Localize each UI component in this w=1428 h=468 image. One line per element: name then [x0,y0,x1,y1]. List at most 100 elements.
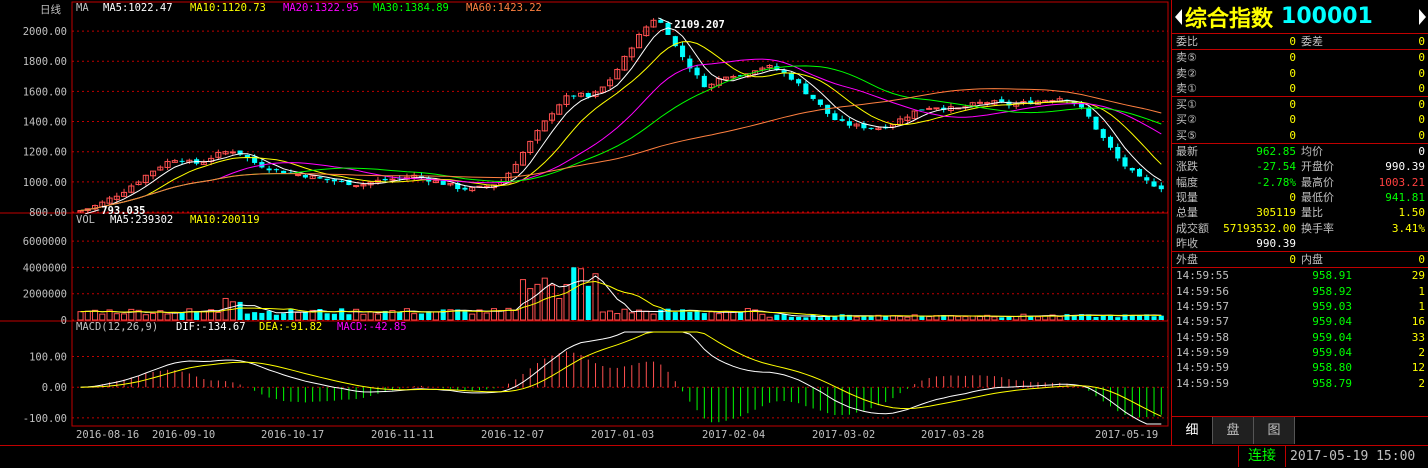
volume-bar [694,310,700,320]
stat-label2: 最高价 [1301,175,1334,189]
stat-value2: 1003.21 [1378,175,1425,189]
prev-arrow-icon[interactable] [1175,8,1182,25]
date-label: 2016-08-16 [76,429,139,441]
volume-bar [1013,315,1020,321]
date-label: 2017-05-19 [1095,429,1158,441]
book-value2: 0 [1418,35,1425,48]
macd-tick-label: 0.00 [42,382,67,394]
candle-body [339,180,345,182]
volume-bar [1064,314,1070,320]
kline-chart[interactable]: 2000.00 1800.00 1600.00 1400.00 1200.00 1000.… [0,0,1170,445]
tick-list[interactable]: 14:59:55 958.91 29 14:59:56 958.92 1 14:59:57 9… [1172,268,1428,390]
volume-bar [999,317,1005,320]
macd-legend-item: MACD:-42.85 [337,321,407,333]
date-label: 2016-10-17 [261,429,324,441]
stat-row: 成交额 57193532.00 换手率 3.41% [1172,221,1428,236]
candle-body [295,174,302,177]
candle-body [796,79,802,84]
volume-bar [803,317,809,320]
volume-bar [77,311,84,321]
volume-bar [411,313,418,321]
ask-row: 卖① 0 0 [1172,81,1428,96]
volume-bar [563,283,570,321]
inner-value: 0 [1418,253,1425,267]
candle-body [1107,136,1114,148]
volume-bar [962,316,969,321]
date-label: 2016-09-10 [152,429,215,441]
candle-body [1093,116,1099,130]
volume-bar [302,312,308,320]
outer-inner-row: 外盘 0 内盘 0 [1172,252,1428,267]
date-label: 2016-12-07 [481,429,544,441]
price-tick-label: 1400.00 [23,117,67,129]
volume-bar [744,308,751,321]
kline-chart-area[interactable]: 2000.00 1800.00 1600.00 1400.00 1200.00 1000.… [0,0,1170,445]
volume-bar [1158,315,1164,320]
ask-value2: 0 [1418,51,1425,65]
volume-bar [432,311,439,321]
stat-label: 成交额 [1176,221,1209,235]
volume-bar [273,314,279,320]
candle-body [817,99,823,105]
period-label: 日线 [40,3,61,16]
volume-bar [483,312,490,321]
bid-section: 买① 0 0 买② 0 0 买⑤ 0 0 [1172,97,1428,145]
tab-0[interactable]: 细 [1172,417,1213,444]
book-row: 委比 0 委差 0 [1172,34,1428,49]
stat-label2: 换手率 [1301,221,1334,235]
volume-bar [606,310,614,321]
volume-bar [853,316,860,321]
ask-value2: 0 [1418,81,1425,95]
stat-row: 昨收 990.39 [1172,236,1428,251]
tick-time: 14:59:55 [1176,269,1229,283]
candle-body [933,107,940,110]
ask-label: 卖⑤ [1176,51,1197,65]
macd-tick-label: 100.00 [29,352,67,364]
volume-bar [194,311,200,320]
tick-price: 958.91 [1312,269,1352,283]
volume-bar [715,313,722,321]
volume-bar [164,313,171,321]
candle-body [919,109,925,111]
stats-section: 最新 962.85 均价 0 涨跌 -27.54 开盘价 990.39 幅度 -2.78% 最高价 1… [1172,144,1428,253]
candle-body [382,178,388,181]
ma-line [80,65,1162,211]
next-arrow-icon[interactable] [1419,8,1426,25]
volume-legend-item: MA10:200119 [190,214,260,226]
connection-status[interactable]: 连接 [1238,446,1286,467]
book-label2: 委差 [1301,35,1323,48]
tick-time: 14:59:57 [1176,315,1229,329]
volume-bar [295,311,302,321]
outer-label: 外盘 [1176,253,1198,267]
volume-bar [592,273,599,321]
stat-label: 昨收 [1176,236,1198,250]
volume-bar [339,308,345,320]
stat-value2: 990.39 [1385,160,1425,174]
stat-value: -2.78% [1256,175,1296,189]
tick-qty: 2 [1418,376,1425,390]
candle-body [984,102,991,105]
candle-body [701,75,707,88]
tick-qty: 29 [1411,269,1425,283]
tab-1[interactable]: 盘 [1213,417,1254,444]
volume-bar [585,285,591,320]
volume-bar [839,314,845,320]
stat-value: 57193532.00 [1223,221,1296,235]
bid-label: 买⑤ [1176,128,1197,142]
volume-bar [512,309,519,321]
inner-label: 内盘 [1301,253,1323,267]
volume-bar [969,315,976,321]
volume-bar [374,313,381,321]
tab-2[interactable]: 图 [1254,417,1295,444]
volume-bar [687,311,693,320]
tick-time: 14:59:57 [1176,300,1229,314]
candle-body [324,178,330,181]
volume-bar [252,312,258,320]
outer-value: 0 [1289,253,1296,267]
ma-indicator-label: MA [76,2,89,14]
tick-price: 959.03 [1312,300,1352,314]
stat-label2: 最低价 [1301,190,1334,204]
volume-bar [1020,313,1027,321]
tick-time: 14:59:59 [1176,361,1229,375]
ma-legend-item: MA60:1423.22 [466,2,542,14]
